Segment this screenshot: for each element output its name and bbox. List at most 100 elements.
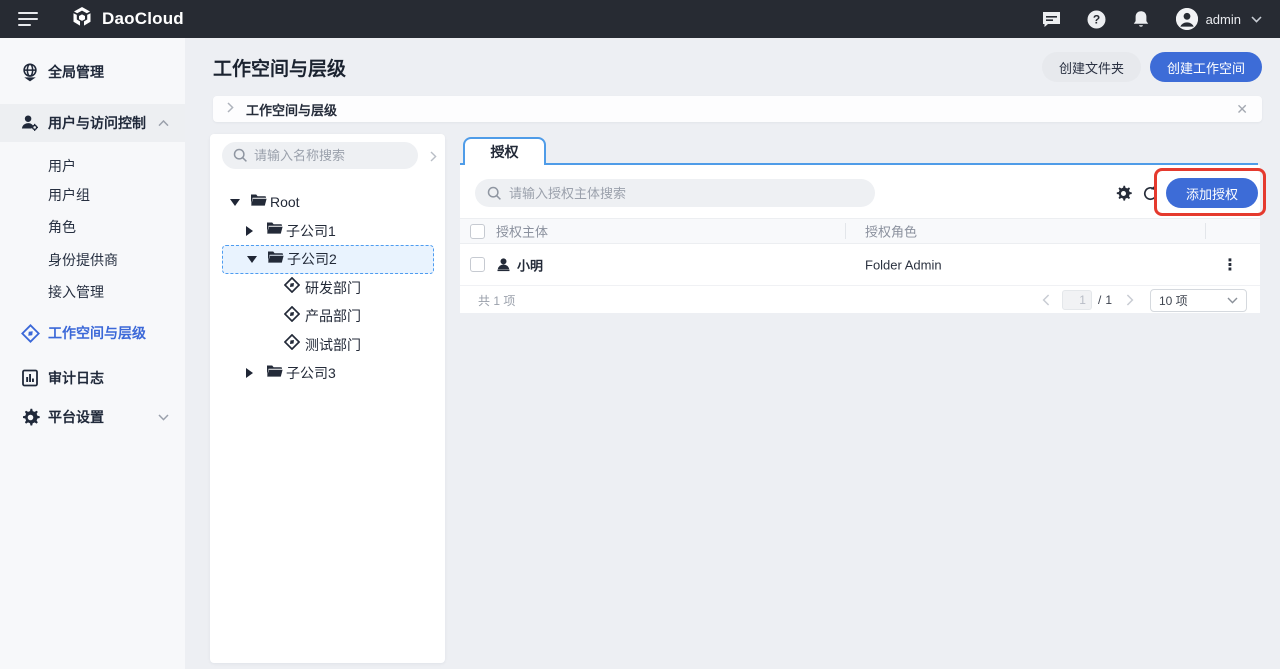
total-count: 共 1 项 bbox=[478, 292, 515, 309]
username: admin bbox=[1206, 12, 1241, 27]
sidebar-item-global-management[interactable]: 全局管理 bbox=[0, 54, 185, 90]
table-footer: 共 1 项 1 / 1 10 项 bbox=[460, 287, 1260, 313]
sidebar-group-users-access-control[interactable]: 用户与访问控制 bbox=[0, 104, 185, 142]
create-folder-button[interactable]: 创建文件夹 bbox=[1042, 52, 1141, 82]
tab-label: 授权 bbox=[491, 142, 519, 162]
user-avatar[interactable] bbox=[1176, 8, 1198, 30]
tree-node-label: 产品部门 bbox=[305, 306, 361, 326]
prev-page-icon[interactable] bbox=[1042, 294, 1050, 306]
tree-node-label: 子公司2 bbox=[287, 249, 337, 269]
tree-search-input[interactable] bbox=[222, 142, 418, 169]
next-page-icon[interactable] bbox=[1126, 294, 1134, 306]
main-content: 工作空间与层级 创建文件夹 创建工作空间 工作空间与层级 ✕ bbox=[185, 38, 1280, 669]
tree-node-label: Root bbox=[270, 194, 300, 210]
tree-node-subcompany3[interactable]: 子公司3 bbox=[210, 359, 445, 388]
brand-name: DaoCloud bbox=[102, 9, 184, 29]
gear-icon bbox=[20, 408, 40, 427]
chevron-down-icon bbox=[1227, 297, 1238, 304]
tree-node-subcompany2-selected[interactable]: 子公司2 bbox=[222, 245, 434, 274]
brand[interactable]: DaoCloud bbox=[70, 5, 184, 34]
column-settings-gear-icon[interactable] bbox=[1115, 185, 1132, 207]
tab-authorization[interactable]: 授权 bbox=[463, 137, 546, 165]
sidebar-item-identity-providers[interactable]: 身份提供商 bbox=[0, 244, 185, 276]
close-icon[interactable]: ✕ bbox=[1236, 102, 1248, 116]
tree-node-test-department[interactable]: 测试部门 bbox=[210, 331, 445, 360]
chevron-up-icon bbox=[158, 114, 169, 132]
page-title: 工作空间与层级 bbox=[213, 54, 346, 81]
row-actions-kebab-icon[interactable]: ⋮ bbox=[1216, 253, 1244, 277]
caret-down-icon[interactable] bbox=[247, 256, 257, 263]
sidebar-item-workspace-hierarchy[interactable]: 工作空间与层级 bbox=[0, 317, 185, 349]
sidebar-item-label: 角色 bbox=[48, 217, 76, 237]
tree-node-subcompany1[interactable]: 子公司1 bbox=[210, 217, 445, 246]
breadcrumb: 工作空间与层级 ✕ bbox=[213, 96, 1262, 122]
sidebar-item-label: 用户组 bbox=[48, 185, 90, 205]
audit-log-icon bbox=[20, 369, 40, 387]
workspace-diamond-icon bbox=[284, 334, 300, 355]
sidebar-group-platform-settings[interactable]: 平台设置 bbox=[0, 401, 185, 433]
row-checkbox[interactable] bbox=[470, 257, 485, 272]
search-icon bbox=[487, 186, 502, 206]
sidebar-item-roles[interactable]: 角色 bbox=[0, 211, 185, 243]
header-actions: 创建文件夹 创建工作空间 bbox=[1042, 52, 1262, 82]
sidebar-item-label: 审计日志 bbox=[48, 368, 104, 388]
user-icon bbox=[496, 257, 511, 277]
panel-collapse-chevron-icon[interactable] bbox=[430, 149, 437, 167]
user-menu-chevron-icon[interactable] bbox=[1251, 10, 1262, 28]
sidebar-item-users[interactable]: 用户 bbox=[0, 150, 185, 182]
caret-down-icon[interactable] bbox=[230, 199, 240, 206]
page-separator: / bbox=[1098, 293, 1101, 307]
messages-icon[interactable] bbox=[1042, 11, 1061, 28]
cell-subject: 小明 bbox=[517, 255, 543, 274]
sidebar-item-audit-logs[interactable]: 审计日志 bbox=[0, 362, 185, 394]
table-header: 授权主体 授权角色 bbox=[460, 218, 1260, 244]
sidebar-item-label: 身份提供商 bbox=[48, 250, 118, 270]
caret-right-icon[interactable] bbox=[246, 368, 253, 378]
pagination: 1 / 1 10 项 bbox=[1042, 289, 1247, 312]
tree-node-label: 研发部门 bbox=[305, 278, 361, 298]
sidebar-item-access-management[interactable]: 接入管理 bbox=[0, 276, 185, 308]
tree-node-product-department[interactable]: 产品部门 bbox=[210, 302, 445, 331]
column-header-subject: 授权主体 bbox=[496, 222, 548, 241]
refresh-icon[interactable] bbox=[1142, 185, 1159, 207]
tree-node-dev-department[interactable]: 研发部门 bbox=[210, 274, 445, 303]
tree-node-label: 子公司1 bbox=[286, 221, 336, 241]
page-size-value: 10 项 bbox=[1159, 292, 1188, 309]
caret-right-icon[interactable] bbox=[246, 226, 253, 236]
search-icon bbox=[233, 148, 248, 168]
app-root: DaoCloud ? admin 全局管理 bbox=[0, 0, 1280, 669]
authorization-panel: 添加授权 授权主体 授权角色 小明 Folder Admin ⋮ 共 1 项 bbox=[460, 165, 1260, 313]
help-icon[interactable]: ? bbox=[1087, 10, 1106, 29]
tree-node-root[interactable]: Root bbox=[210, 188, 445, 217]
hierarchy-tree: Root 子公司1 子公司2 bbox=[210, 188, 445, 388]
folder-icon bbox=[266, 364, 283, 383]
hierarchy-tree-panel: Root 子公司1 子公司2 bbox=[210, 134, 445, 663]
add-authorization-button[interactable]: 添加授权 bbox=[1166, 178, 1258, 208]
sidebar-item-user-groups[interactable]: 用户组 bbox=[0, 179, 185, 211]
authorization-search-input[interactable] bbox=[475, 179, 875, 207]
column-header-role: 授权角色 bbox=[865, 222, 917, 241]
menu-toggle-icon[interactable] bbox=[18, 12, 40, 26]
tree-node-label: 子公司3 bbox=[286, 363, 336, 383]
sidebar-item-label: 用户 bbox=[48, 156, 76, 176]
workspace-diamond-icon bbox=[20, 324, 40, 343]
current-page-input[interactable]: 1 bbox=[1062, 290, 1092, 310]
create-workspace-button[interactable]: 创建工作空间 bbox=[1150, 52, 1262, 82]
sidebar-group-label: 用户与访问控制 bbox=[48, 113, 146, 133]
sidebar-item-label: 工作空间与层级 bbox=[48, 323, 146, 343]
total-pages: 1 bbox=[1105, 293, 1112, 307]
folder-icon bbox=[267, 250, 284, 269]
topbar: DaoCloud ? admin bbox=[0, 0, 1280, 38]
breadcrumb-chevron-icon bbox=[227, 100, 234, 118]
page-size-select[interactable]: 10 项 bbox=[1150, 289, 1247, 312]
workspace-diamond-icon bbox=[284, 277, 300, 298]
workspace-diamond-icon bbox=[284, 306, 300, 327]
breadcrumb-item[interactable]: 工作空间与层级 bbox=[246, 100, 337, 119]
notifications-bell-icon[interactable] bbox=[1132, 10, 1150, 29]
select-all-checkbox[interactable] bbox=[470, 224, 485, 239]
table-row[interactable]: 小明 Folder Admin ⋮ bbox=[460, 244, 1260, 286]
tree-node-label: 测试部门 bbox=[305, 335, 361, 355]
folder-icon bbox=[266, 221, 283, 240]
sidebar-item-label: 接入管理 bbox=[48, 282, 104, 302]
sidebar-item-label: 全局管理 bbox=[48, 62, 104, 82]
